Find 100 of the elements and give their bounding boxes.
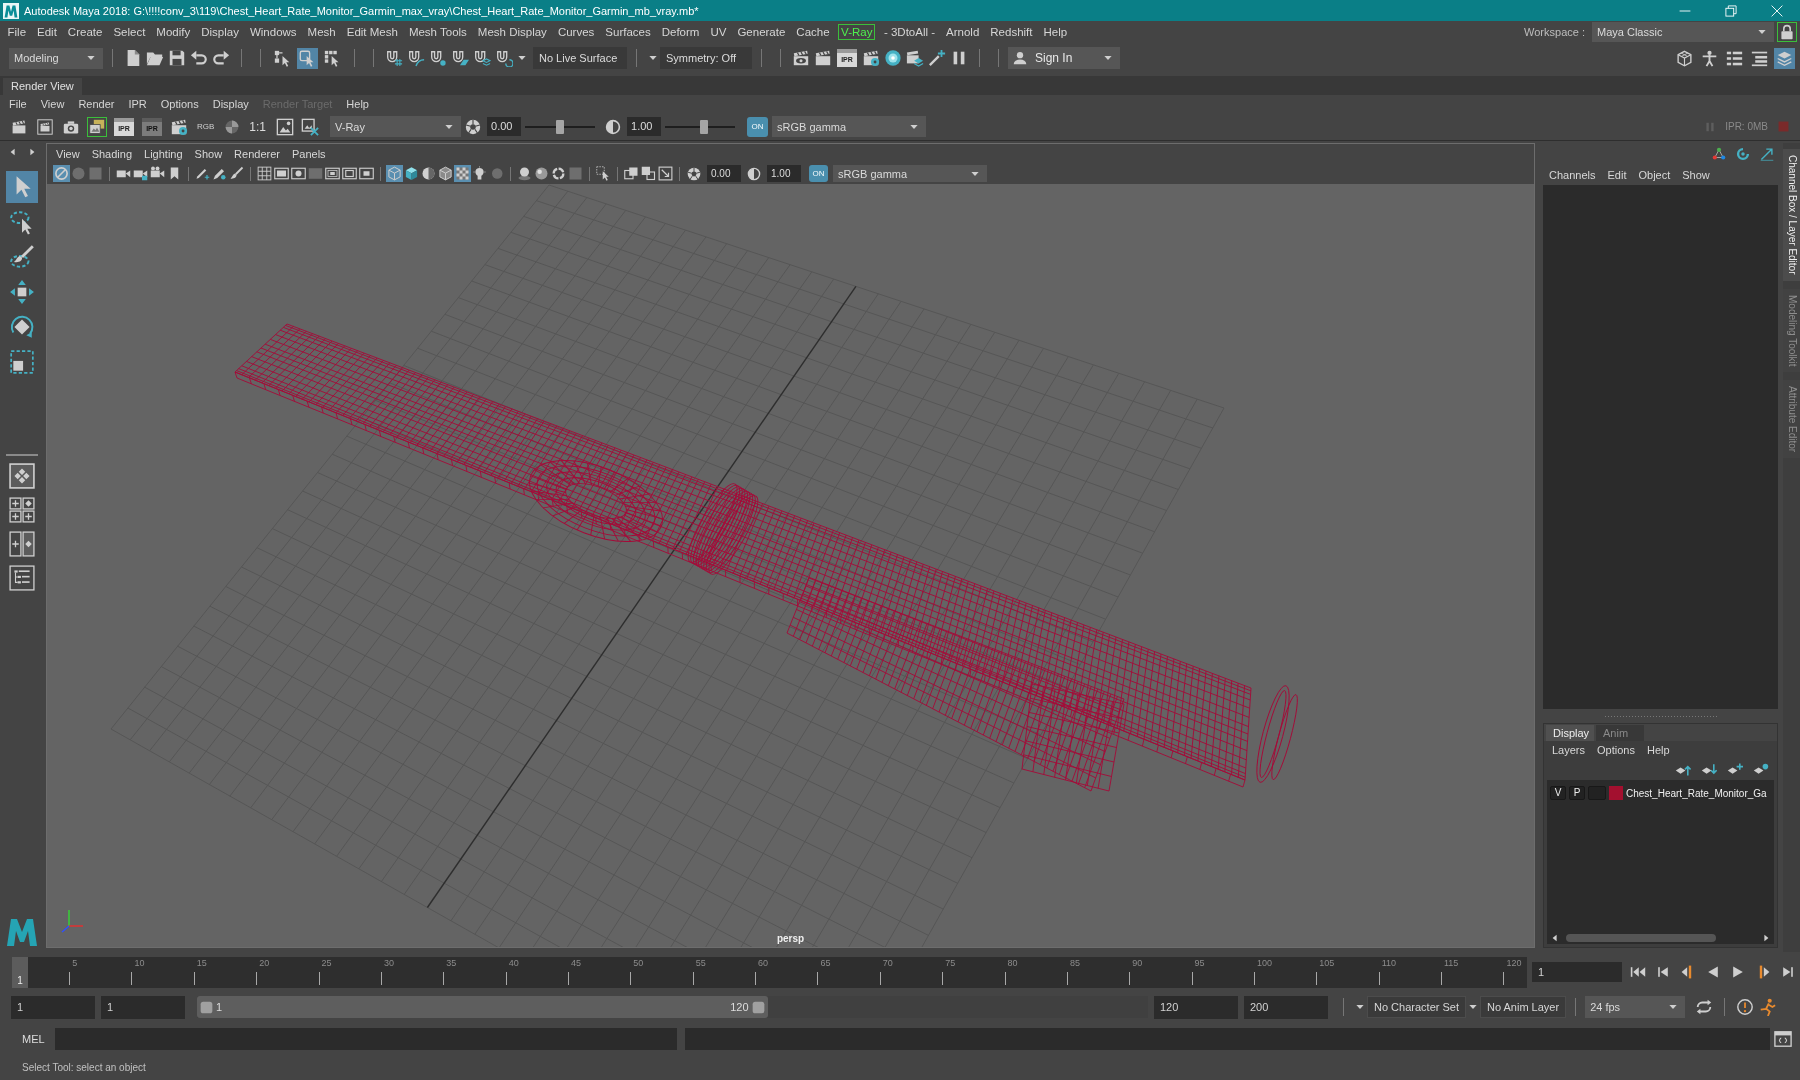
workspace-dropdown[interactable]: Maya Classic: [1592, 22, 1774, 42]
menu-item[interactable]: Render: [71, 98, 122, 110]
sphere-icon[interactable]: [533, 165, 550, 182]
user-icon[interactable]: [1013, 51, 1027, 65]
caret-icon[interactable]: [87, 54, 95, 62]
view-transform-dropdown[interactable]: sRGB gamma: [833, 165, 987, 182]
gamma-field[interactable]: 1.00: [767, 165, 801, 182]
image-stack-icon[interactable]: [87, 116, 107, 137]
menu-item[interactable]: V-Ray: [838, 24, 876, 40]
right-arrow-icon[interactable]: [27, 148, 36, 156]
clapperboard-eye-icon[interactable]: [792, 49, 810, 67]
layer-name[interactable]: Chest_Heart_Rate_Monitor_Ga: [1626, 787, 1767, 799]
menu-item[interactable]: Object: [1632, 169, 1677, 181]
logo-icon[interactable]: [6, 916, 38, 948]
diamond-down-arrow-icon[interactable]: [1701, 761, 1717, 777]
playback-end-field[interactable]: 120: [1154, 995, 1238, 1019]
image-icon[interactable]: [275, 117, 294, 136]
visibility-toggle[interactable]: V: [1550, 786, 1566, 800]
menu-item[interactable]: Surfaces: [599, 24, 657, 40]
caret-icon[interactable]: [971, 169, 979, 178]
render-view-tab[interactable]: Render View: [3, 78, 82, 95]
magnet-point-icon[interactable]: [429, 49, 447, 67]
field-chart-icon[interactable]: [324, 165, 341, 182]
gamma-field[interactable]: 1.00: [627, 117, 662, 136]
menu-item[interactable]: File: [2, 24, 32, 40]
menu-item[interactable]: Select: [107, 24, 151, 40]
diamond-dot-icon[interactable]: [1753, 761, 1769, 777]
safe-frame-icon[interactable]: [358, 165, 375, 182]
menu-item[interactable]: Arnold: [940, 24, 985, 40]
caret-icon[interactable]: [1758, 28, 1766, 36]
menu-item[interactable]: Generate: [731, 24, 791, 40]
single-view-layout-icon[interactable]: [9, 463, 35, 489]
half-sphere-icon[interactable]: [420, 165, 437, 182]
outliner-layout-icon[interactable]: [9, 565, 35, 591]
menu-item[interactable]: Deform: [656, 24, 705, 40]
range-slider[interactable]: 1 120: [197, 996, 1148, 1018]
magnet-plane-icon[interactable]: [451, 49, 469, 67]
caret-icon[interactable]: [445, 122, 454, 131]
menu-item[interactable]: Help: [1640, 743, 1676, 756]
image-remove-icon[interactable]: [300, 117, 319, 136]
step-forward-icon[interactable]: [1780, 964, 1796, 980]
slider-thumb[interactable]: [699, 119, 708, 134]
clock-icon[interactable]: [1736, 998, 1755, 1016]
sign-in-dropdown[interactable]: Sign In: [1008, 47, 1120, 69]
diagonal-arrow-icon[interactable]: [1760, 147, 1774, 161]
restore-icon[interactable]: [1725, 4, 1737, 17]
command-input-field[interactable]: [55, 1027, 677, 1050]
wand-icon[interactable]: [928, 49, 946, 67]
range-handle-icon[interactable]: [200, 1000, 213, 1014]
scroll-right-icon[interactable]: [1762, 934, 1770, 942]
menu-item[interactable]: Panels: [285, 147, 332, 160]
magnet-rotate-icon[interactable]: [495, 49, 513, 67]
menu-item[interactable]: Modify: [150, 24, 196, 40]
clapperboard-icon[interactable]: [814, 49, 832, 67]
caret-icon[interactable]: [1669, 1003, 1678, 1011]
caret-icon[interactable]: [910, 122, 919, 131]
menu-item[interactable]: View: [50, 147, 86, 160]
four-view-layout-icon[interactable]: [9, 497, 35, 523]
menu-item[interactable]: View: [33, 98, 72, 110]
slider-thumb[interactable]: [556, 119, 565, 134]
menu-item[interactable]: File: [2, 98, 34, 110]
playback-start-field[interactable]: 1: [101, 995, 185, 1019]
menu-item[interactable]: Redshift: [984, 24, 1038, 40]
menu-item[interactable]: Channels: [1543, 169, 1602, 181]
menu-item[interactable]: Help: [339, 98, 376, 110]
menu-item[interactable]: Lighting: [138, 147, 189, 160]
character-set-field[interactable]: No Character Set: [1367, 996, 1466, 1018]
side-tab[interactable]: Channel Box / Layer Editor: [1783, 149, 1800, 281]
shadow-sphere-icon[interactable]: [516, 165, 533, 182]
axes-icon[interactable]: [1712, 147, 1726, 161]
contrast-icon[interactable]: [747, 166, 761, 181]
color-management-toggle[interactable]: ON: [747, 116, 769, 137]
object-select-icon[interactable]: [297, 47, 318, 69]
command-language-button[interactable]: MEL: [22, 1032, 55, 1045]
wireframe-cube-icon[interactable]: [437, 165, 454, 182]
contrast-icon[interactable]: [604, 118, 621, 135]
aperture-icon[interactable]: [464, 118, 481, 135]
menu-item[interactable]: UV: [704, 24, 732, 40]
clapperboard-layers-icon[interactable]: [906, 49, 924, 67]
light-bulb-icon[interactable]: [471, 165, 488, 182]
cube-icon[interactable]: [403, 165, 420, 182]
view-transform-dropdown[interactable]: sRGB gamma: [772, 116, 927, 137]
menu-item[interactable]: Curves: [552, 24, 600, 40]
menu-item[interactable]: IPR: [121, 98, 154, 110]
animation-end-field[interactable]: 200: [1244, 995, 1328, 1019]
close-icon[interactable]: [1771, 4, 1783, 17]
magnet-grid-icon[interactable]: [385, 49, 403, 67]
menu-item[interactable]: Edit Mesh: [341, 24, 404, 40]
caret-icon[interactable]: [1356, 1003, 1364, 1011]
left-arrow-icon[interactable]: [8, 148, 17, 156]
gate-icon[interactable]: [290, 165, 307, 182]
caret-icon[interactable]: [518, 54, 526, 62]
animation-start-field[interactable]: 1: [11, 995, 95, 1019]
live-surface-field[interactable]: No Live Surface: [533, 47, 627, 69]
framed-clapperboard-icon[interactable]: [35, 116, 55, 137]
channel-button[interactable]: RGB: [197, 122, 215, 131]
color-management-toggle[interactable]: ON: [809, 165, 828, 182]
scroll-left-icon[interactable]: [1551, 934, 1559, 942]
clapperboard-gear-icon[interactable]: [862, 49, 880, 67]
zoom-ratio-button[interactable]: 1:1: [249, 119, 267, 134]
